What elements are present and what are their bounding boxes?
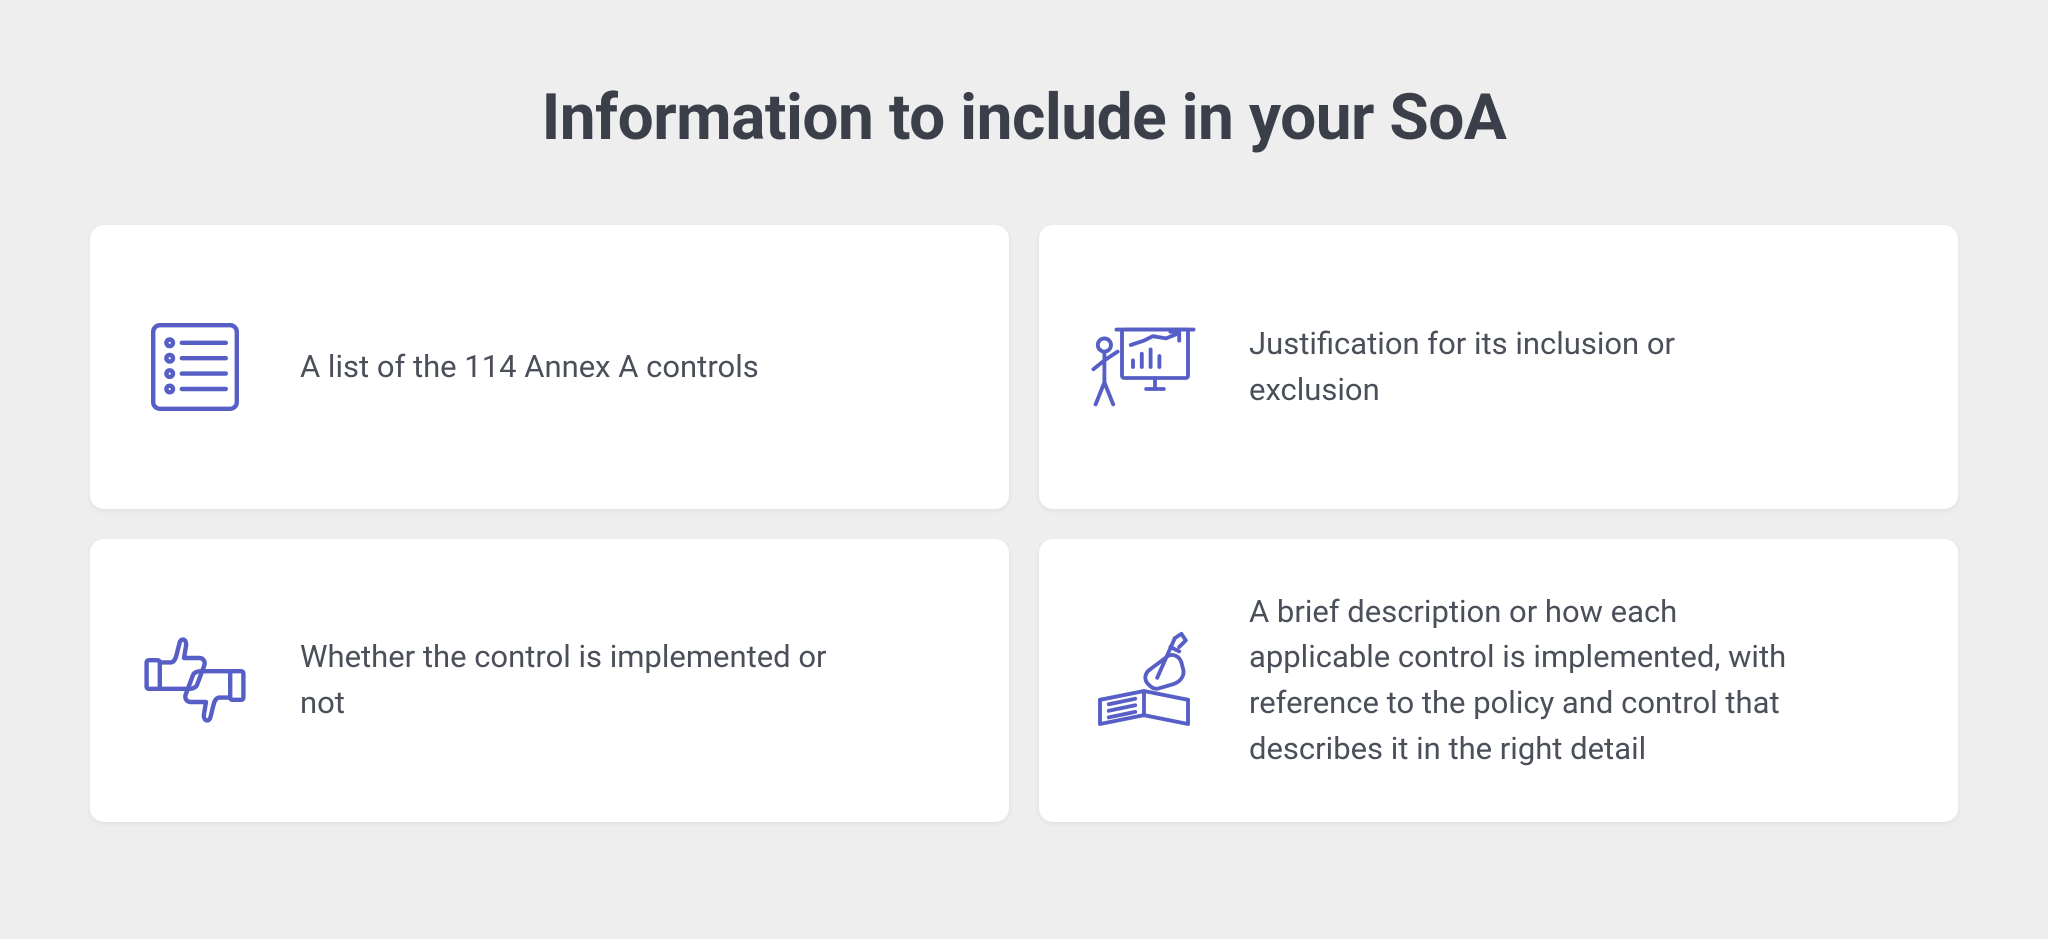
- card-text: Justification for its inclusion or exclu…: [1249, 321, 1799, 413]
- page-title: Information to include in your SoA: [542, 80, 1507, 155]
- card-text: A brief description or how each applicab…: [1249, 589, 1799, 773]
- card-description: A brief description or how each applicab…: [1039, 539, 1958, 823]
- card-grid: A list of the 114 Annex A controls: [90, 225, 1958, 822]
- presentation-icon: [1089, 312, 1199, 422]
- card-annex-controls: A list of the 114 Annex A controls: [90, 225, 1009, 509]
- writing-icon: [1089, 625, 1199, 735]
- thumbs-icon: [140, 625, 250, 735]
- card-justification: Justification for its inclusion or exclu…: [1039, 225, 1958, 509]
- card-implemented: Whether the control is implemented or no…: [90, 539, 1009, 823]
- card-text: A list of the 114 Annex A controls: [300, 344, 759, 390]
- card-text: Whether the control is implemented or no…: [300, 634, 850, 726]
- checklist-icon: [140, 312, 250, 422]
